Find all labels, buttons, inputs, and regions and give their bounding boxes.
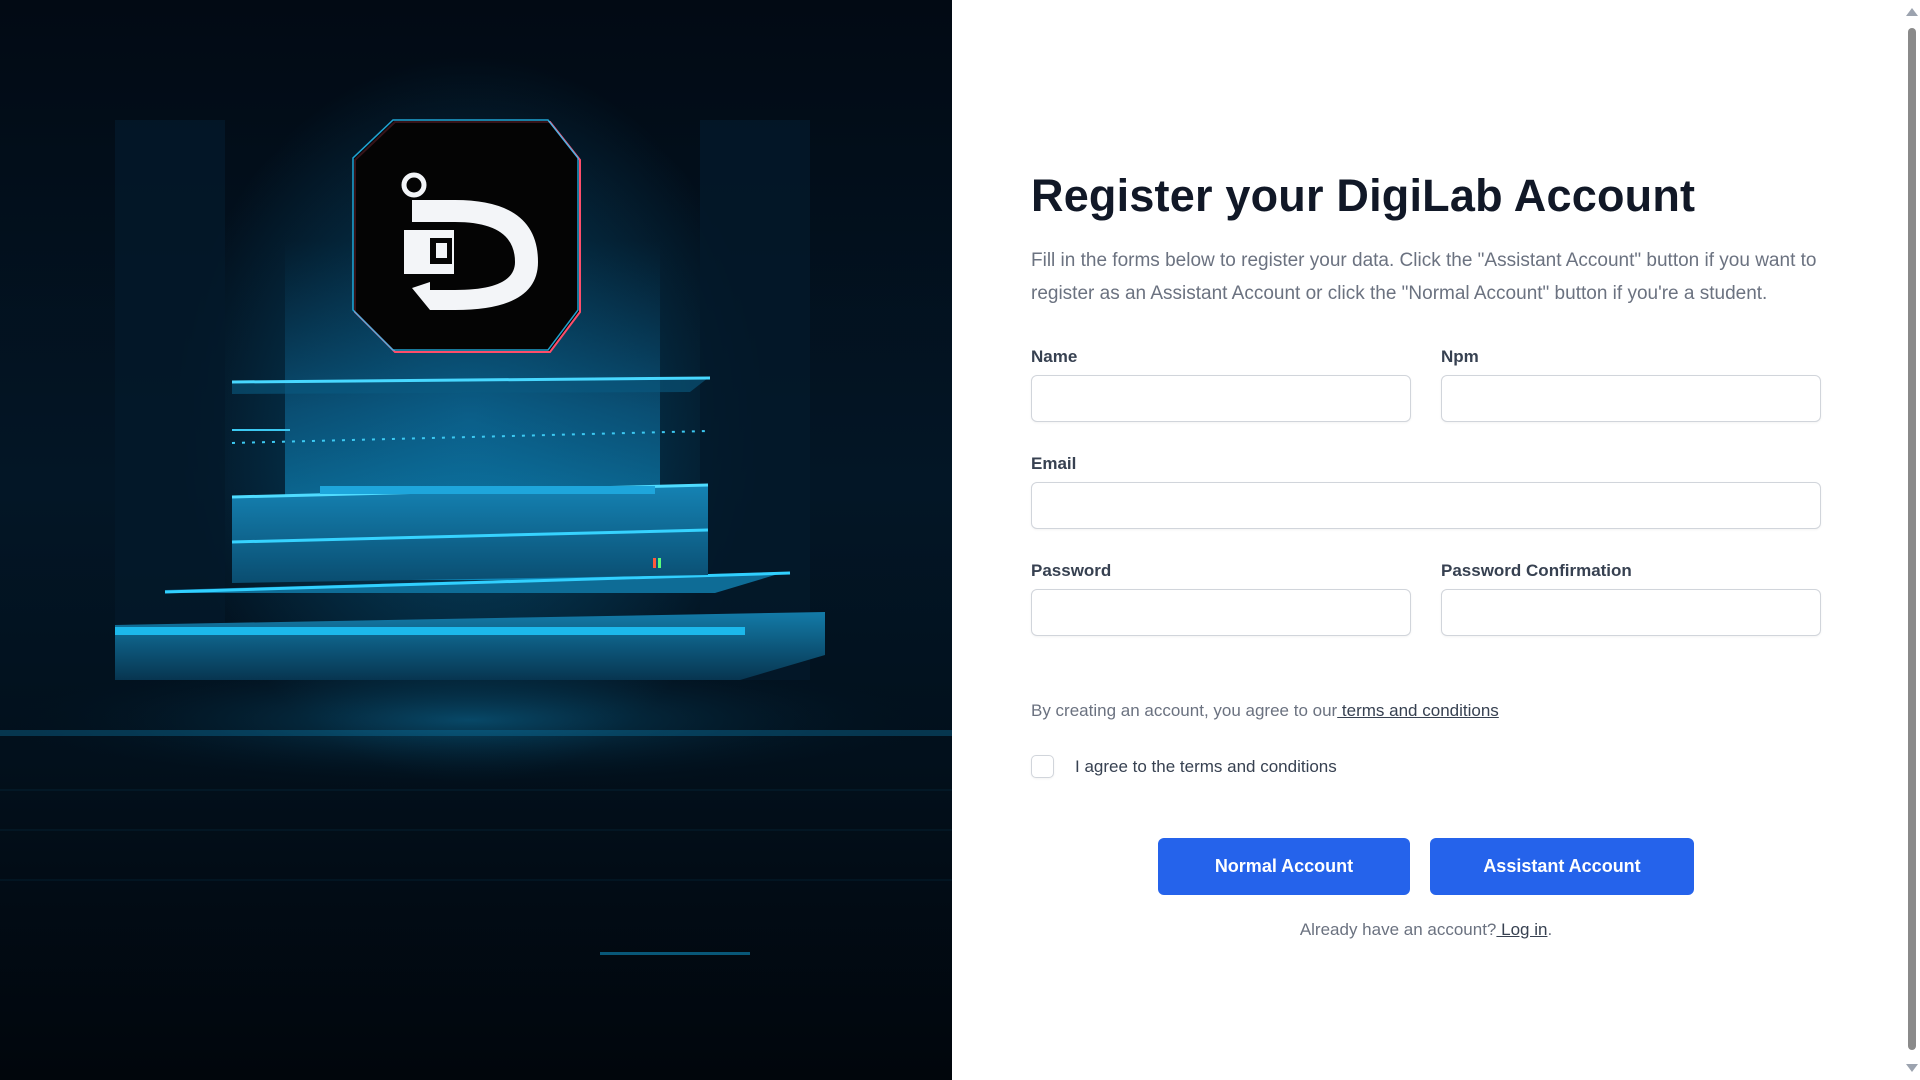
email-input[interactable] bbox=[1031, 482, 1821, 529]
npm-label: Npm bbox=[1441, 347, 1479, 366]
scrollbar-thumb[interactable] bbox=[1908, 28, 1916, 1050]
form-intro: Fill in the forms below to register your… bbox=[1031, 250, 1817, 304]
agree-checkbox[interactable] bbox=[1031, 755, 1054, 778]
hero-art bbox=[0, 119, 952, 955]
scroll-down-arrow-icon[interactable] bbox=[1906, 1064, 1918, 1072]
name-label: Name bbox=[1031, 347, 1078, 366]
npm-input[interactable] bbox=[1441, 375, 1821, 422]
login-suffix: . bbox=[1547, 920, 1553, 939]
login-prompt: Already have an account? Log in. bbox=[1031, 920, 1821, 940]
agree-label: I agree to the terms and conditions bbox=[1075, 756, 1337, 776]
register-form-panel: Register your DigiLab Account Fill in th… bbox=[952, 0, 1920, 1080]
npm-field-group: Npm bbox=[1441, 346, 1821, 422]
account-type-buttons: Normal Account Assistant Account bbox=[1031, 838, 1821, 895]
agree-row: I agree to the terms and conditions bbox=[1031, 755, 1337, 778]
password-field-group: Password bbox=[1031, 560, 1411, 636]
register-form: Register your DigiLab Account Fill in th… bbox=[1031, 166, 1821, 939]
password-confirmation-field-group: Password Confirmation bbox=[1441, 560, 1821, 636]
digilab-d-logo-icon bbox=[352, 119, 581, 353]
terms-link[interactable]: terms and conditions bbox=[1337, 701, 1499, 720]
page-title: Register your DigiLab Account bbox=[1031, 170, 1696, 221]
terms-notice: By creating an account, you agree to our… bbox=[1031, 700, 1499, 722]
email-field-group: Email bbox=[1031, 453, 1821, 529]
scrollbar[interactable] bbox=[1903, 0, 1920, 1080]
password-input[interactable] bbox=[1031, 589, 1411, 636]
hero-illustration bbox=[0, 0, 952, 1080]
form-fields: Name Npm Email Password Password Confirm… bbox=[1031, 346, 1821, 638]
name-input[interactable] bbox=[1031, 375, 1411, 422]
register-page: Register your DigiLab Account Fill in th… bbox=[0, 0, 1920, 1080]
assistant-account-button[interactable]: Assistant Account bbox=[1430, 838, 1694, 895]
name-field-group: Name bbox=[1031, 346, 1411, 422]
password-confirmation-input[interactable] bbox=[1441, 589, 1821, 636]
scroll-up-arrow-icon[interactable] bbox=[1906, 8, 1918, 16]
password-confirmation-label: Password Confirmation bbox=[1441, 561, 1632, 580]
terms-prefix: By creating an account, you agree to our bbox=[1031, 701, 1338, 720]
email-label: Email bbox=[1031, 454, 1077, 473]
login-link[interactable]: Log in bbox=[1496, 920, 1547, 939]
login-prefix: Already have an account? bbox=[1299, 920, 1497, 939]
password-label: Password bbox=[1031, 561, 1112, 580]
normal-account-button[interactable]: Normal Account bbox=[1158, 838, 1410, 895]
